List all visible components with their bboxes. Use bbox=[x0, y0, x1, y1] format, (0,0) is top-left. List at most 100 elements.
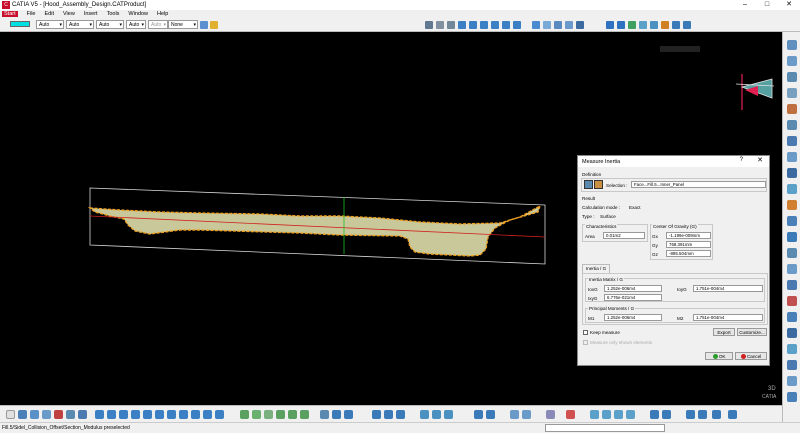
quick-view-icon[interactable] bbox=[543, 21, 551, 29]
swap-bottom-icon[interactable] bbox=[215, 410, 224, 419]
thickness-select[interactable]: Auto ▾ bbox=[66, 20, 94, 29]
pocket-icon[interactable] bbox=[276, 410, 285, 419]
comment-icon[interactable] bbox=[18, 410, 27, 419]
product-structure-icon[interactable] bbox=[787, 40, 797, 50]
measure-inertia-icon[interactable] bbox=[628, 21, 636, 29]
shading-icon[interactable] bbox=[554, 21, 562, 29]
split-icon[interactable] bbox=[252, 410, 261, 419]
measure-between-icon[interactable] bbox=[606, 21, 614, 29]
rotate-icon[interactable] bbox=[480, 21, 488, 29]
normal-view-icon[interactable] bbox=[513, 21, 521, 29]
customize-button[interactable]: Customize... bbox=[737, 328, 767, 336]
manipulate-icon[interactable] bbox=[787, 136, 797, 146]
law-icon[interactable] bbox=[486, 410, 495, 419]
symmetry-icon[interactable] bbox=[787, 328, 797, 338]
fog-icon[interactable] bbox=[6, 410, 15, 419]
fit-all-icon[interactable] bbox=[458, 21, 466, 29]
scene-icon[interactable] bbox=[787, 344, 797, 354]
offset-icon[interactable] bbox=[787, 232, 797, 242]
zoom-in-icon[interactable] bbox=[491, 21, 499, 29]
menu-view[interactable]: View bbox=[63, 11, 75, 17]
environment-icon[interactable] bbox=[626, 410, 635, 419]
polyline-icon[interactable] bbox=[436, 21, 444, 29]
keep-measure-checkbox[interactable] bbox=[583, 330, 588, 335]
material-icon[interactable] bbox=[614, 410, 623, 419]
iso-view-icon[interactable] bbox=[179, 410, 188, 419]
painter-icon[interactable] bbox=[200, 21, 208, 29]
explode-icon[interactable] bbox=[787, 168, 797, 178]
cut-icon[interactable] bbox=[54, 410, 63, 419]
menu-edit[interactable]: Edit bbox=[45, 11, 54, 17]
command-input[interactable] bbox=[545, 424, 665, 432]
copy-icon[interactable] bbox=[66, 410, 75, 419]
analysis-icon[interactable] bbox=[639, 21, 647, 29]
coincidence-icon[interactable] bbox=[787, 200, 797, 210]
new-component-icon[interactable] bbox=[787, 56, 797, 66]
redo-icon[interactable] bbox=[30, 410, 39, 419]
view-icon[interactable] bbox=[787, 392, 797, 402]
menu-start[interactable]: Start bbox=[2, 11, 18, 17]
numbering-icon[interactable] bbox=[396, 410, 405, 419]
menu-insert[interactable]: Insert bbox=[84, 11, 98, 17]
fit-icon[interactable] bbox=[107, 410, 116, 419]
fill-color-swatch[interactable] bbox=[10, 21, 30, 27]
layer-select-b[interactable]: Auto ▾ bbox=[148, 20, 168, 29]
render-icon[interactable] bbox=[590, 410, 599, 419]
zoom-in-bottom-icon[interactable] bbox=[143, 410, 152, 419]
section-icon[interactable] bbox=[672, 21, 680, 29]
zoom-out-bottom-icon[interactable] bbox=[155, 410, 164, 419]
hole-icon[interactable] bbox=[264, 410, 273, 419]
new-product-icon[interactable] bbox=[787, 72, 797, 82]
menu-file[interactable]: File bbox=[27, 11, 36, 17]
tree-icon[interactable] bbox=[522, 410, 531, 419]
rotate-bottom-icon[interactable] bbox=[131, 410, 140, 419]
assembly-feature-icon[interactable] bbox=[240, 410, 249, 419]
spline-icon[interactable] bbox=[447, 21, 455, 29]
plane-icon[interactable] bbox=[698, 410, 707, 419]
pan-bottom-icon[interactable] bbox=[119, 410, 128, 419]
constraint-icon[interactable] bbox=[787, 184, 797, 194]
cancel-button[interactable]: Cancel bbox=[735, 352, 767, 360]
dialog-close-button[interactable]: ✕ bbox=[757, 156, 763, 164]
tools-palette-icon[interactable] bbox=[650, 410, 659, 419]
hide-bottom-icon[interactable] bbox=[203, 410, 212, 419]
existing-component-icon[interactable] bbox=[787, 104, 797, 114]
draft-analysis-icon[interactable] bbox=[661, 21, 669, 29]
line-icon[interactable] bbox=[728, 410, 737, 419]
minimize-button[interactable]: – bbox=[734, 0, 756, 10]
scene-bottom-icon[interactable] bbox=[566, 410, 575, 419]
normal-view-bottom-icon[interactable] bbox=[167, 410, 176, 419]
section-bottom-icon[interactable] bbox=[332, 410, 341, 419]
update-icon[interactable] bbox=[787, 296, 797, 306]
swap-space-icon[interactable] bbox=[576, 21, 584, 29]
annotation-icon[interactable] bbox=[787, 376, 797, 386]
clash-icon[interactable] bbox=[683, 21, 691, 29]
catalog-icon[interactable] bbox=[787, 360, 797, 370]
point-icon[interactable] bbox=[712, 410, 721, 419]
filter-icon[interactable] bbox=[662, 410, 671, 419]
angle-icon[interactable] bbox=[787, 248, 797, 258]
measure-bottom-icon[interactable] bbox=[320, 410, 329, 419]
knowledge-icon[interactable] bbox=[444, 410, 453, 419]
dialog-help-button[interactable]: ? bbox=[740, 157, 743, 163]
multi-view-icon[interactable] bbox=[532, 21, 540, 29]
undo-icon[interactable] bbox=[42, 410, 51, 419]
maximize-button[interactable]: □ bbox=[756, 0, 778, 10]
measure-inertia-3d-icon[interactable] bbox=[584, 180, 593, 189]
layer-none-select[interactable]: None ▾ bbox=[168, 20, 198, 29]
lights-icon[interactable] bbox=[602, 410, 611, 419]
menu-help[interactable]: Help bbox=[157, 11, 168, 17]
paste-icon[interactable] bbox=[78, 410, 87, 419]
layer-select-a[interactable]: Auto ▾ bbox=[126, 20, 146, 29]
properties-icon[interactable] bbox=[210, 21, 218, 29]
hide-show-icon[interactable] bbox=[565, 21, 573, 29]
zoom-out-icon[interactable] bbox=[502, 21, 510, 29]
tab-inertia-g[interactable]: Inertia / G bbox=[582, 264, 611, 273]
formula-icon[interactable] bbox=[474, 410, 483, 419]
bom-icon[interactable] bbox=[384, 410, 393, 419]
point-symbol-select[interactable]: Auto ▾ bbox=[96, 20, 124, 29]
new-part-icon[interactable] bbox=[787, 88, 797, 98]
catalog-bottom-icon[interactable] bbox=[372, 410, 381, 419]
line-type-select[interactable]: Auto ▾ bbox=[36, 20, 64, 29]
sketch-line-icon[interactable] bbox=[425, 21, 433, 29]
